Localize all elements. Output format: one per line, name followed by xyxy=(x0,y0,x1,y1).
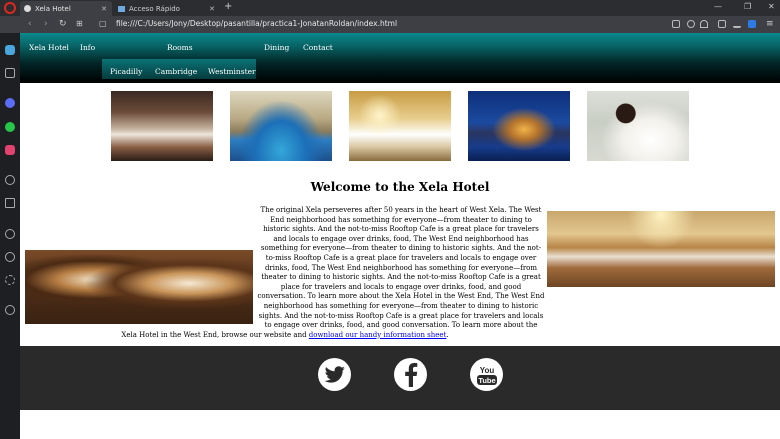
player-icon[interactable] xyxy=(687,20,695,28)
favorites-icon[interactable] xyxy=(5,229,15,239)
wallet-icon[interactable] xyxy=(718,20,726,28)
facebook-icon[interactable] xyxy=(394,358,427,391)
wedding-couple-photo xyxy=(587,91,689,161)
browser-tabbar: Xela Hotel ✕ Acceso Rápido ✕ + — ❐ ✕ xyxy=(0,0,780,16)
svg-text:Tube: Tube xyxy=(478,376,495,385)
westminster-night-photo xyxy=(468,91,570,161)
svg-text:You: You xyxy=(479,366,494,375)
hotel-room-photo xyxy=(547,211,775,287)
tab-close-icon[interactable]: ✕ xyxy=(209,5,215,13)
whatsapp-icon[interactable] xyxy=(5,122,15,132)
dining-hall-photo xyxy=(349,91,451,161)
tab-favicon-icon xyxy=(24,5,31,12)
tab-label: Xela Hotel xyxy=(35,4,71,13)
tab-acceso-rapido[interactable]: Acceso Rápido ✕ xyxy=(114,1,220,16)
home-icon[interactable] xyxy=(5,68,15,78)
page-info-icon[interactable]: ▢ xyxy=(99,19,107,28)
nav-contact-link[interactable]: Contact xyxy=(303,43,333,52)
info-sheet-link[interactable]: download our handy information sheet xyxy=(309,331,447,339)
messenger-icon[interactable] xyxy=(5,98,15,108)
heart-icon[interactable] xyxy=(700,20,708,28)
submenu-cambridge[interactable]: Cambridge xyxy=(155,67,197,76)
settings-icon[interactable] xyxy=(5,275,15,285)
page-viewport: Xela Hotel Info Rooms Dining Contact Pic… xyxy=(20,33,780,439)
download-icon[interactable] xyxy=(733,20,741,28)
opera-logo-icon[interactable] xyxy=(4,2,16,14)
new-tab-icon[interactable]: + xyxy=(224,1,232,12)
bedroom-photo xyxy=(111,91,213,161)
twitter-icon[interactable] xyxy=(318,358,351,391)
submenu-picadilly[interactable]: Picadilly xyxy=(110,67,142,76)
window-close-icon[interactable]: ✕ xyxy=(768,2,775,11)
tab-label: Acceso Rápido xyxy=(129,4,180,13)
browser-sidebar xyxy=(0,33,20,439)
address-bar: ‹ › ↻ ⊞ ▢ file:///C:/Users/Jony/Desktop/… xyxy=(0,16,780,33)
restore-icon[interactable]: ❐ xyxy=(744,2,751,11)
link-suffix: . xyxy=(446,330,449,339)
tabs-grid-icon[interactable]: ⊞ xyxy=(76,19,83,28)
url-field[interactable]: file:///C:/Users/Jony/Desktop/pasantilla… xyxy=(116,19,397,28)
nav-brand-link[interactable]: Xela Hotel xyxy=(29,43,69,52)
forward-icon[interactable]: › xyxy=(44,19,48,29)
rooms-submenu: Picadilly Cambridge Westminster xyxy=(102,59,256,79)
nav-dining-link[interactable]: Dining xyxy=(264,43,289,52)
snapshot-icon[interactable] xyxy=(672,20,680,28)
send-icon[interactable] xyxy=(5,198,15,208)
battery-icon[interactable] xyxy=(748,20,756,28)
submenu-westminster[interactable]: Westminster xyxy=(208,67,256,76)
history-icon[interactable] xyxy=(5,252,15,262)
back-icon[interactable]: ‹ xyxy=(28,19,32,29)
latte-art-photo xyxy=(25,250,253,324)
minimize-icon[interactable]: — xyxy=(714,2,722,11)
tab-xela-hotel[interactable]: Xela Hotel ✕ xyxy=(20,1,112,16)
reload-icon[interactable]: ↻ xyxy=(59,19,67,29)
page-title: Welcome to the Xela Hotel xyxy=(310,180,490,194)
nav-info-link[interactable]: Info xyxy=(80,43,95,52)
player-sidebar-icon[interactable] xyxy=(5,175,15,185)
nav-rooms-link[interactable]: Rooms xyxy=(167,43,193,52)
tips-bulb-icon[interactable] xyxy=(5,305,15,315)
speed-dial-icon xyxy=(118,5,125,12)
youtube-icon[interactable]: You Tube xyxy=(470,358,503,391)
pool-photo xyxy=(230,91,332,161)
instagram-icon[interactable] xyxy=(5,145,15,155)
speed-dial-sidebar-icon[interactable] xyxy=(5,45,15,55)
site-header: Xela Hotel Info Rooms Dining Contact Pic… xyxy=(20,33,780,83)
menu-icon[interactable]: ≡ xyxy=(766,19,774,29)
tab-close-icon[interactable]: ✕ xyxy=(101,5,107,13)
